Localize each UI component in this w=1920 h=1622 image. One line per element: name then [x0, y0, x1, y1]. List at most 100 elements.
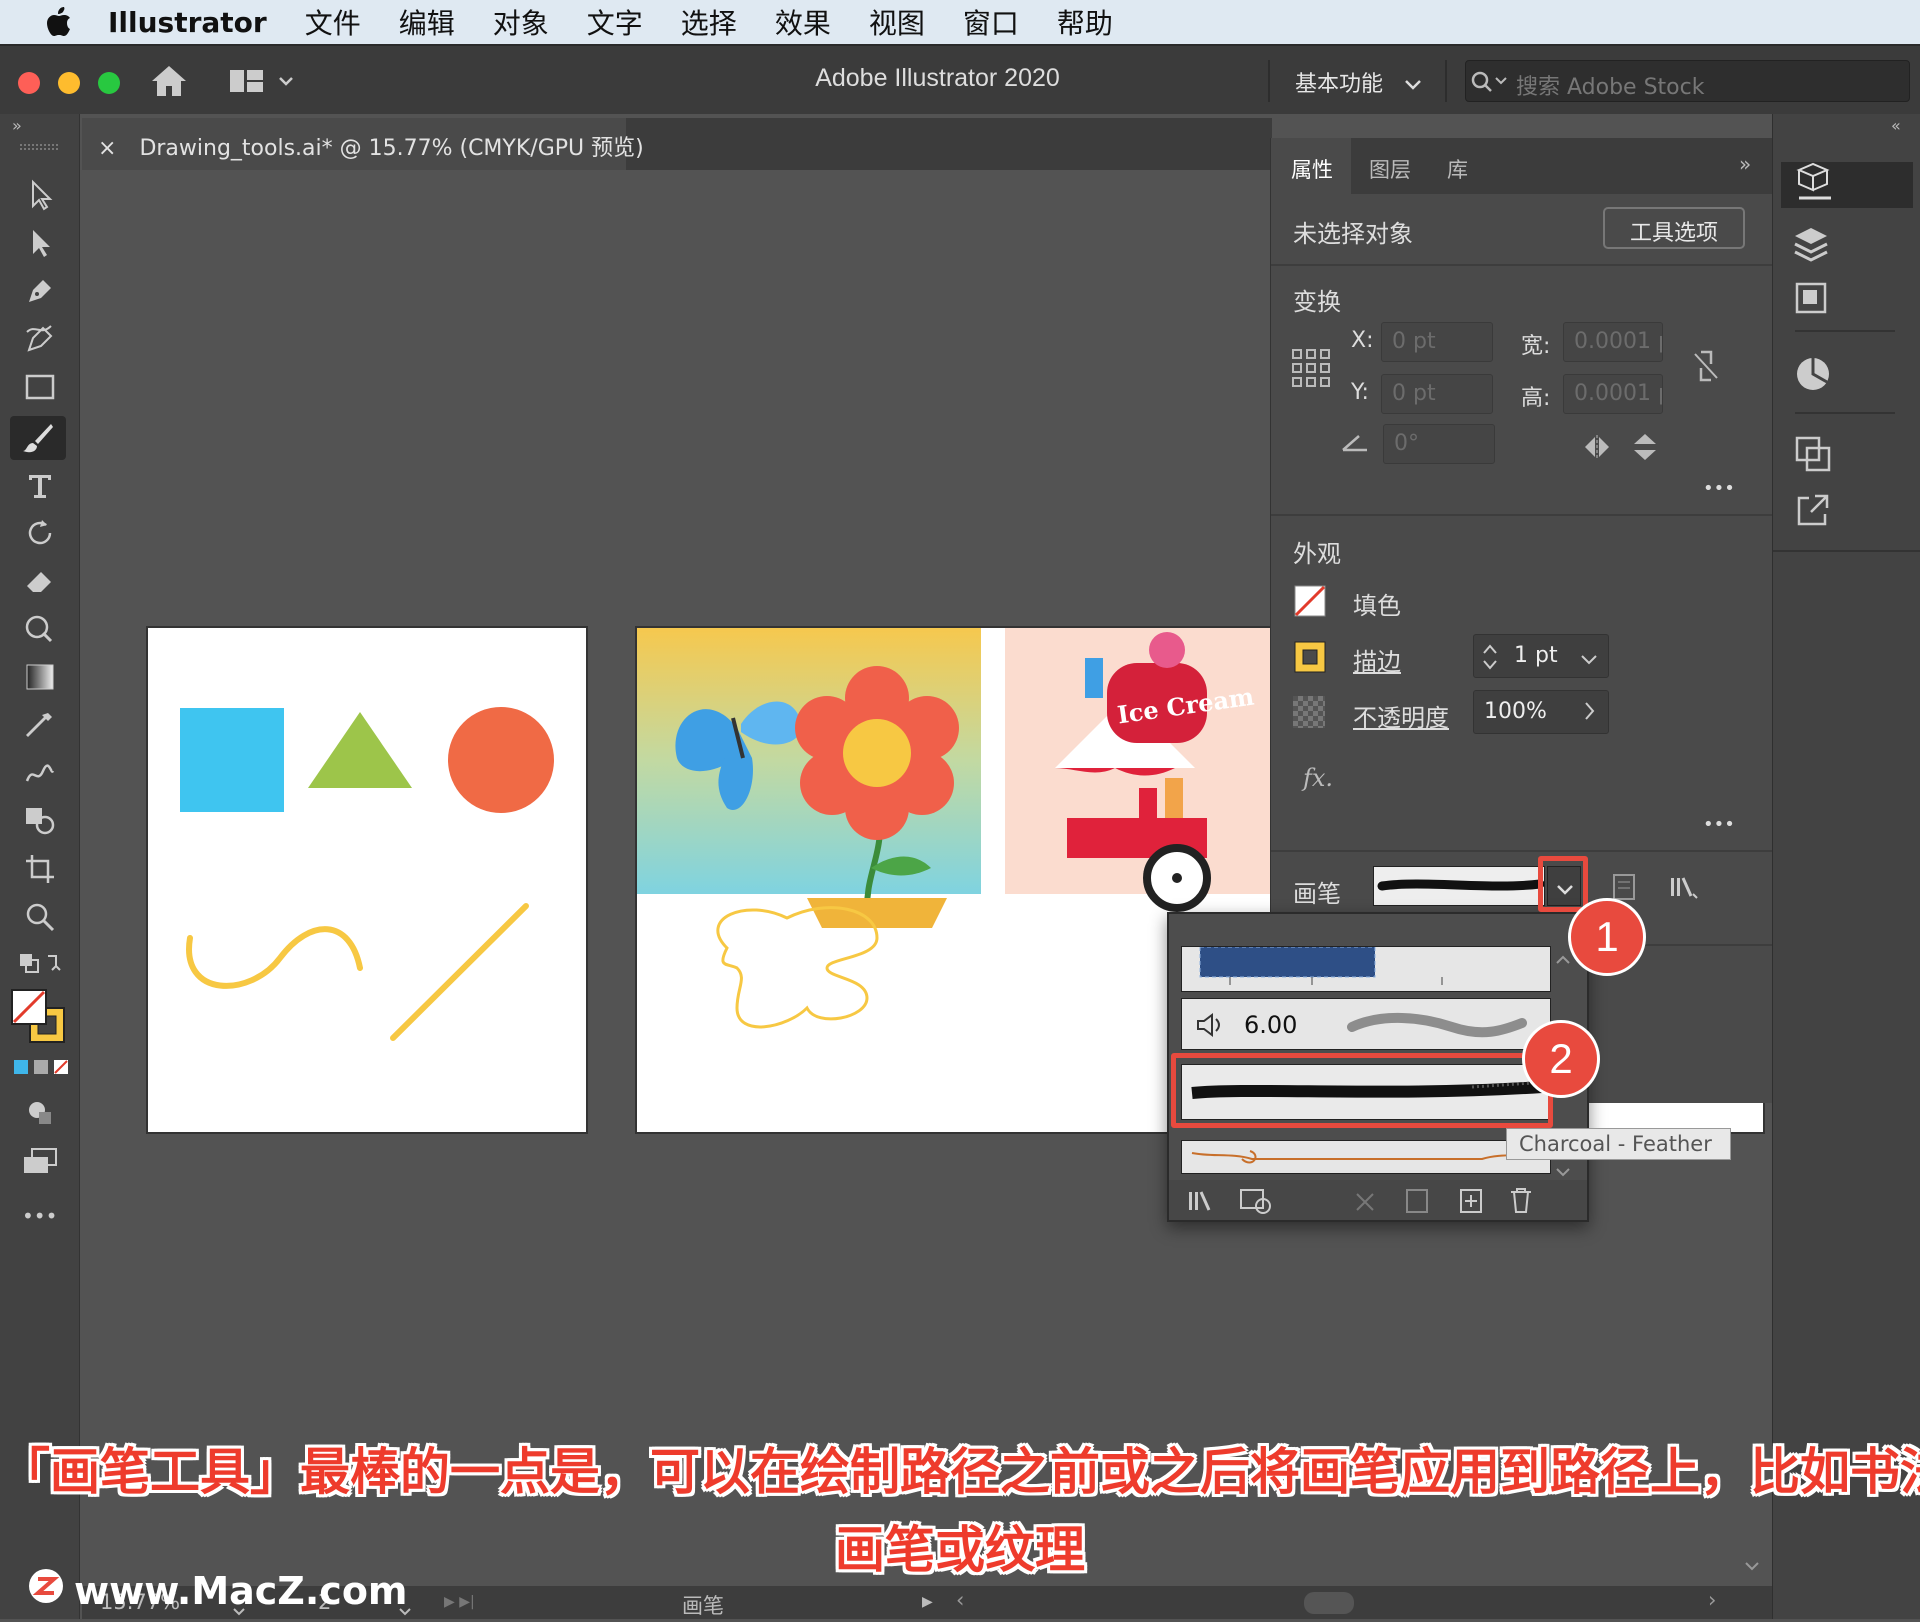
direct-selection-tool-icon[interactable]	[18, 224, 62, 262]
document-tab[interactable]: × Drawing_tools.ai* @ 15.77% (CMYK/GPU 预…	[82, 118, 644, 170]
cloud-library-icon[interactable]	[1239, 1188, 1275, 1218]
stock-search-input[interactable]: 搜索 Adobe Stock	[1465, 60, 1910, 102]
menu-help[interactable]: 帮助	[1057, 2, 1113, 42]
height-field[interactable]: 0.0001 p	[1563, 374, 1663, 414]
panel-menu-icon[interactable]: »	[1739, 152, 1751, 176]
collapse-toolbar-icon[interactable]: »	[12, 116, 22, 135]
y-field[interactable]: 0 pt	[1381, 374, 1493, 414]
shape-builder-tool-icon[interactable]	[18, 802, 62, 840]
tools-panel: » •••	[0, 114, 80, 1619]
collapse-dock-icon[interactable]: «	[1891, 116, 1901, 135]
brush-label: 画笔	[1293, 880, 1341, 908]
flip-horizontal-icon[interactable]	[1581, 434, 1613, 464]
draw-mode-icon[interactable]	[18, 1094, 62, 1132]
more-tools-icon[interactable]: •••	[22, 1204, 57, 1228]
toolbar-grip[interactable]	[20, 144, 58, 150]
zoom-tool-icon[interactable]	[18, 898, 62, 936]
puppet-warp-tool-icon[interactable]	[18, 610, 62, 648]
color-guide-icon[interactable]	[1793, 354, 1833, 398]
apple-menu-icon[interactable]	[38, 5, 78, 39]
opacity-label[interactable]: 不透明度	[1353, 698, 1449, 733]
properties-dock-button[interactable]	[1781, 162, 1913, 208]
brush-libraries-menu-icon[interactable]	[1187, 1190, 1221, 1218]
export-icon[interactable]	[1793, 490, 1833, 534]
horizontal-scrollbar-thumb[interactable]	[1304, 1592, 1354, 1614]
workspace-switcher[interactable]: 基本功能	[1295, 66, 1422, 98]
stepper-arrows-icon[interactable]	[1480, 641, 1500, 677]
reference-point-icon[interactable]	[1291, 348, 1331, 392]
tab-properties[interactable]: 属性	[1291, 154, 1333, 184]
menu-app-name[interactable]: Illustrator	[108, 6, 267, 39]
brush-libraries-icon[interactable]	[1669, 874, 1703, 904]
subtitle-line-1: 「画笔工具」最棒的一点是，可以在绘制路径之前或之后将画笔应用到路径上，比如书法	[0, 1443, 1920, 1501]
stroke-weight-value[interactable]: 1 pt	[1514, 643, 1558, 668]
brush-swatch-decorative[interactable]	[1181, 1140, 1551, 1174]
delete-brush-icon[interactable]	[1509, 1186, 1533, 1218]
tab-libraries[interactable]: 库	[1447, 154, 1468, 184]
rotate-tool-icon[interactable]	[18, 514, 62, 552]
menu-edit[interactable]: 编辑	[399, 2, 455, 42]
watermark-text: www.MacZ.com	[74, 1568, 408, 1613]
appearance-more-icon[interactable]: •••	[1703, 814, 1735, 835]
opacity-field[interactable]: 100%	[1473, 690, 1609, 734]
blend-tool-icon[interactable]	[18, 754, 62, 792]
flip-vertical-icon[interactable]	[1631, 432, 1659, 466]
scroll-left-icon[interactable]: ‹	[956, 1588, 964, 1612]
x-field[interactable]: 0 pt	[1381, 322, 1493, 362]
close-tab-icon[interactable]: ×	[98, 136, 116, 161]
menu-view[interactable]: 视图	[869, 2, 925, 42]
tab-layers[interactable]: 图层	[1369, 154, 1411, 184]
brush-options-footer-icon[interactable]	[1405, 1188, 1429, 1218]
eraser-tool-icon[interactable]	[18, 562, 62, 600]
type-tool-icon[interactable]	[18, 466, 62, 504]
brush-tooltip: Charcoal - Feather	[1506, 1128, 1731, 1160]
tool-options-button[interactable]: 工具选项	[1603, 207, 1745, 249]
next-artboard-icon[interactable]: ▶ ▶|	[444, 1594, 475, 1610]
menu-window[interactable]: 窗口	[963, 2, 1019, 42]
popup-scroll-up-icon[interactable]	[1555, 950, 1571, 969]
popup-scroll-down-icon[interactable]	[1555, 1162, 1571, 1181]
layers-icon[interactable]	[1791, 224, 1831, 268]
fx-effects-button[interactable]: fx.	[1303, 764, 1333, 792]
constrain-proportions-icon[interactable]	[1691, 348, 1721, 388]
fill-swatch-none-icon[interactable]	[1293, 584, 1327, 622]
menu-type[interactable]: 文字	[587, 2, 643, 42]
menu-effect[interactable]: 效果	[775, 2, 831, 42]
scroll-right-icon[interactable]: ›	[1708, 1588, 1716, 1612]
swap-fill-stroke-icon[interactable]	[18, 946, 62, 984]
paintbrush-tool-icon[interactable]	[10, 416, 66, 460]
width-field[interactable]: 0.0001 p	[1563, 322, 1663, 362]
menu-file[interactable]: 文件	[305, 2, 361, 42]
fill-stroke-swatches[interactable]	[10, 988, 68, 1046]
new-brush-icon[interactable]	[1459, 1188, 1483, 1218]
artboard-tool-icon[interactable]	[18, 850, 62, 888]
stroke-weight-stepper[interactable]: 1 pt	[1473, 634, 1609, 678]
opacity-checker-icon	[1293, 696, 1325, 728]
rotate-angle-field[interactable]: 0°	[1383, 424, 1495, 464]
gradient-tool-icon[interactable]	[18, 658, 62, 696]
right-dock: «	[1772, 114, 1920, 1619]
brush-swatch-pattern[interactable]	[1181, 946, 1551, 992]
menu-select[interactable]: 选择	[681, 2, 737, 42]
stroke-label[interactable]: 描边	[1353, 642, 1401, 677]
menu-object[interactable]: 对象	[493, 2, 549, 42]
rectangle-tool-icon[interactable]	[18, 368, 62, 406]
pen-tool-icon[interactable]	[18, 272, 62, 310]
screen-mode-icon[interactable]	[18, 1142, 62, 1180]
transform-more-icon[interactable]: •••	[1703, 478, 1735, 499]
pathfinder-icon[interactable]	[1793, 434, 1833, 478]
stroke-swatch-icon[interactable]	[1293, 640, 1327, 678]
opacity-value[interactable]: 100%	[1484, 699, 1547, 724]
curvature-tool-icon[interactable]	[18, 320, 62, 358]
eyedropper-tool-icon[interactable]	[18, 706, 62, 744]
status-menu-icon[interactable]: ▶	[922, 1594, 933, 1610]
selection-tool-icon[interactable]	[18, 176, 62, 214]
artboard-shapes[interactable]	[146, 626, 588, 1134]
libraries-icon[interactable]	[1793, 280, 1829, 320]
brush-swatch-calligraphic[interactable]: 6.00	[1181, 998, 1551, 1050]
remove-stroke-icon[interactable]	[1353, 1190, 1377, 1218]
brush-preview[interactable]	[1373, 866, 1545, 906]
chevron-down-icon[interactable]	[1580, 651, 1598, 670]
chevron-right-icon[interactable]	[1584, 701, 1596, 725]
color-modes-icon[interactable]	[12, 1058, 68, 1080]
